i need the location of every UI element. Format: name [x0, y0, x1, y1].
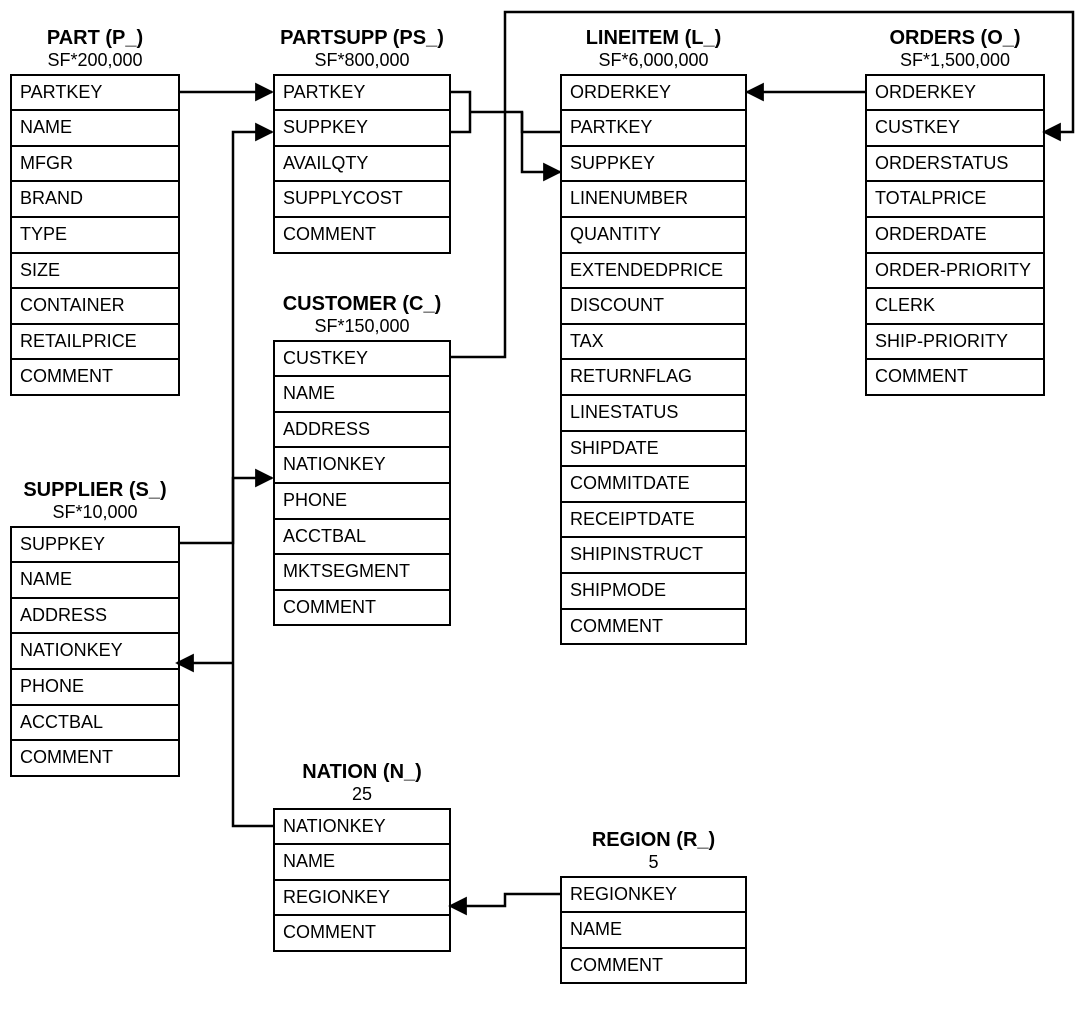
- table-column: CUSTKEY: [275, 342, 449, 378]
- table-column: COMMENT: [562, 949, 745, 983]
- table-column: NATIONKEY: [275, 448, 449, 484]
- table-column: NATIONKEY: [275, 810, 449, 846]
- table-columns: PARTKEY SUPPKEY AVAILQTY SUPPLYCOST COMM…: [273, 74, 451, 254]
- table-region: REGION (R_) 5 REGIONKEY NAME COMMENT: [560, 828, 747, 984]
- table-part: PART (P_) SF*200,000 PARTKEY NAME MFGR B…: [10, 26, 180, 396]
- table-column: NAME: [562, 913, 745, 949]
- table-column: SHIPDATE: [562, 432, 745, 468]
- table-column: SUPPLYCOST: [275, 182, 449, 218]
- table-column: SHIPINSTRUCT: [562, 538, 745, 574]
- table-columns: ORDERKEY CUSTKEY ORDERSTATUS TOTALPRICE …: [865, 74, 1045, 396]
- table-columns: REGIONKEY NAME COMMENT: [560, 876, 747, 985]
- table-column: PARTKEY: [562, 111, 745, 147]
- table-column: RECEIPTDATE: [562, 503, 745, 539]
- table-partsupp: PARTSUPP (PS_) SF*800,000 PARTKEY SUPPKE…: [273, 26, 451, 254]
- table-column: CONTAINER: [12, 289, 178, 325]
- table-title: LINEITEM (L_): [560, 26, 747, 50]
- table-column: SUPPKEY: [12, 528, 178, 564]
- table-subtitle: SF*150,000: [273, 316, 451, 338]
- table-column: MFGR: [12, 147, 178, 183]
- table-column: QUANTITY: [562, 218, 745, 254]
- table-column: ACCTBAL: [275, 520, 449, 556]
- table-column: COMMITDATE: [562, 467, 745, 503]
- table-column: NATIONKEY: [12, 634, 178, 670]
- table-column: PHONE: [12, 670, 178, 706]
- table-column: COMMENT: [562, 610, 745, 644]
- table-column: RETAILPRICE: [12, 325, 178, 361]
- table-subtitle: SF*200,000: [10, 50, 180, 72]
- table-subtitle: SF*1,500,000: [865, 50, 1045, 72]
- table-subtitle: SF*800,000: [273, 50, 451, 72]
- table-column: ORDERKEY: [867, 76, 1043, 112]
- table-columns: CUSTKEY NAME ADDRESS NATIONKEY PHONE ACC…: [273, 340, 451, 627]
- table-column: COMMENT: [275, 591, 449, 625]
- table-column: BRAND: [12, 182, 178, 218]
- table-columns: SUPPKEY NAME ADDRESS NATIONKEY PHONE ACC…: [10, 526, 180, 777]
- table-title: ORDERS (O_): [865, 26, 1045, 50]
- table-column: MKTSEGMENT: [275, 555, 449, 591]
- table-column: NAME: [275, 845, 449, 881]
- table-orders: ORDERS (O_) SF*1,500,000 ORDERKEY CUSTKE…: [865, 26, 1045, 396]
- table-column: LINESTATUS: [562, 396, 745, 432]
- table-column: TYPE: [12, 218, 178, 254]
- table-subtitle: 5: [560, 852, 747, 874]
- table-title: NATION (N_): [273, 760, 451, 784]
- table-supplier: SUPPLIER (S_) SF*10,000 SUPPKEY NAME ADD…: [10, 478, 180, 777]
- table-column: COMMENT: [867, 360, 1043, 394]
- table-columns: NATIONKEY NAME REGIONKEY COMMENT: [273, 808, 451, 952]
- table-subtitle: 25: [273, 784, 451, 806]
- table-column: REGIONKEY: [275, 881, 449, 917]
- table-column: ADDRESS: [275, 413, 449, 449]
- table-column: DISCOUNT: [562, 289, 745, 325]
- table-subtitle: SF*6,000,000: [560, 50, 747, 72]
- table-nation: NATION (N_) 25 NATIONKEY NAME REGIONKEY …: [273, 760, 451, 952]
- table-column: AVAILQTY: [275, 147, 449, 183]
- table-column: TAX: [562, 325, 745, 361]
- table-column: CLERK: [867, 289, 1043, 325]
- table-title: PARTSUPP (PS_): [273, 26, 451, 50]
- table-title: CUSTOMER (C_): [273, 292, 451, 316]
- table-column: TOTALPRICE: [867, 182, 1043, 218]
- table-column: COMMENT: [12, 360, 178, 394]
- table-column: PARTKEY: [12, 76, 178, 112]
- table-column: SUPPKEY: [275, 111, 449, 147]
- table-column: REGIONKEY: [562, 878, 745, 914]
- table-column: NAME: [275, 377, 449, 413]
- table-column: ORDER-PRIORITY: [867, 254, 1043, 290]
- table-column: ADDRESS: [12, 599, 178, 635]
- table-title: SUPPLIER (S_): [10, 478, 180, 502]
- table-title: REGION (R_): [560, 828, 747, 852]
- table-column: LINENUMBER: [562, 182, 745, 218]
- table-column: PARTKEY: [275, 76, 449, 112]
- table-column: SUPPKEY: [562, 147, 745, 183]
- table-column: COMMENT: [12, 741, 178, 775]
- table-column: SHIPMODE: [562, 574, 745, 610]
- table-column: COMMENT: [275, 218, 449, 252]
- table-columns: PARTKEY NAME MFGR BRAND TYPE SIZE CONTAI…: [10, 74, 180, 396]
- table-column: SIZE: [12, 254, 178, 290]
- table-column: ORDERDATE: [867, 218, 1043, 254]
- table-subtitle: SF*10,000: [10, 502, 180, 524]
- table-columns: ORDERKEY PARTKEY SUPPKEY LINENUMBER QUAN…: [560, 74, 747, 646]
- er-diagram: PART (P_) SF*200,000 PARTKEY NAME MFGR B…: [0, 0, 1080, 1018]
- table-title: PART (P_): [10, 26, 180, 50]
- table-customer: CUSTOMER (C_) SF*150,000 CUSTKEY NAME AD…: [273, 292, 451, 626]
- table-lineitem: LINEITEM (L_) SF*6,000,000 ORDERKEY PART…: [560, 26, 747, 645]
- table-column: RETURNFLAG: [562, 360, 745, 396]
- table-column: CUSTKEY: [867, 111, 1043, 147]
- table-column: NAME: [12, 111, 178, 147]
- table-column: ORDERSTATUS: [867, 147, 1043, 183]
- table-column: NAME: [12, 563, 178, 599]
- table-column: PHONE: [275, 484, 449, 520]
- table-column: EXTENDEDPRICE: [562, 254, 745, 290]
- table-column: SHIP-PRIORITY: [867, 325, 1043, 361]
- table-column: COMMENT: [275, 916, 449, 950]
- table-column: ORDERKEY: [562, 76, 745, 112]
- table-column: ACCTBAL: [12, 706, 178, 742]
